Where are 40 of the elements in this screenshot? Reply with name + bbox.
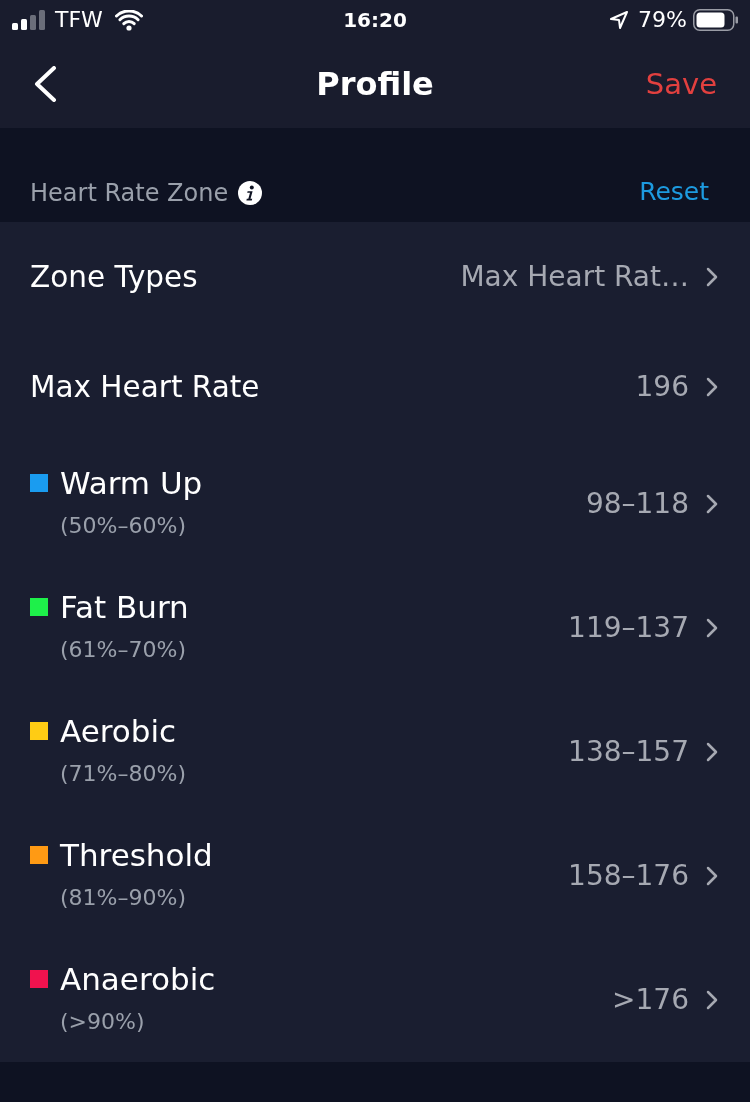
chevron-right-icon (706, 267, 718, 287)
zone-name: Threshold (60, 838, 213, 872)
zone-name: Aerobic (60, 714, 177, 748)
battery-icon (693, 9, 738, 31)
carrier-text: TFW (55, 7, 103, 33)
back-button[interactable] (33, 66, 57, 102)
chevron-right-icon (706, 742, 718, 762)
row-value: 98–118 (585, 487, 689, 521)
page-title: Profile (316, 64, 434, 104)
reset-button[interactable]: Reset (639, 176, 709, 208)
row-value: >176 (612, 983, 689, 1017)
signal-icon (12, 10, 45, 30)
info-icon (238, 180, 263, 205)
chevron-right-icon (706, 377, 718, 397)
location-arrow-icon (609, 10, 630, 30)
zone-percent-range: (61%–70%) (60, 637, 186, 662)
save-button[interactable]: Save (645, 64, 717, 104)
back-icon (33, 66, 57, 102)
row-value: 119–137 (568, 611, 689, 645)
battery-percent-text: 79% (638, 7, 687, 33)
chevron-right-icon (706, 618, 718, 638)
chevron-right-icon (706, 990, 718, 1010)
section-title: Heart Rate Zone (30, 178, 229, 208)
row-value: 138–157 (568, 735, 689, 769)
zone-percent-range: (>90%) (60, 1009, 145, 1034)
zone-name: Anaerobic (60, 962, 216, 996)
setting-label: Zone Types (30, 259, 198, 295)
row-value: 158–176 (568, 859, 689, 893)
chevron-right-icon (706, 866, 718, 886)
setting-label: Max Heart Rate (30, 369, 260, 405)
chevron-right-icon (706, 494, 718, 514)
zone-percent-range: (81%–90%) (60, 885, 186, 910)
time-text: 16:20 (343, 7, 407, 33)
zone-percent-range: (71%–80%) (60, 761, 186, 786)
row-value: Max Heart Rat… (460, 260, 689, 294)
zone-name: Warm Up (60, 466, 203, 500)
zone-percent-range: (50%–60%) (60, 513, 186, 538)
wifi-icon (114, 9, 143, 31)
row-value: 196 (635, 370, 689, 404)
zone-name: Fat Burn (60, 590, 189, 624)
